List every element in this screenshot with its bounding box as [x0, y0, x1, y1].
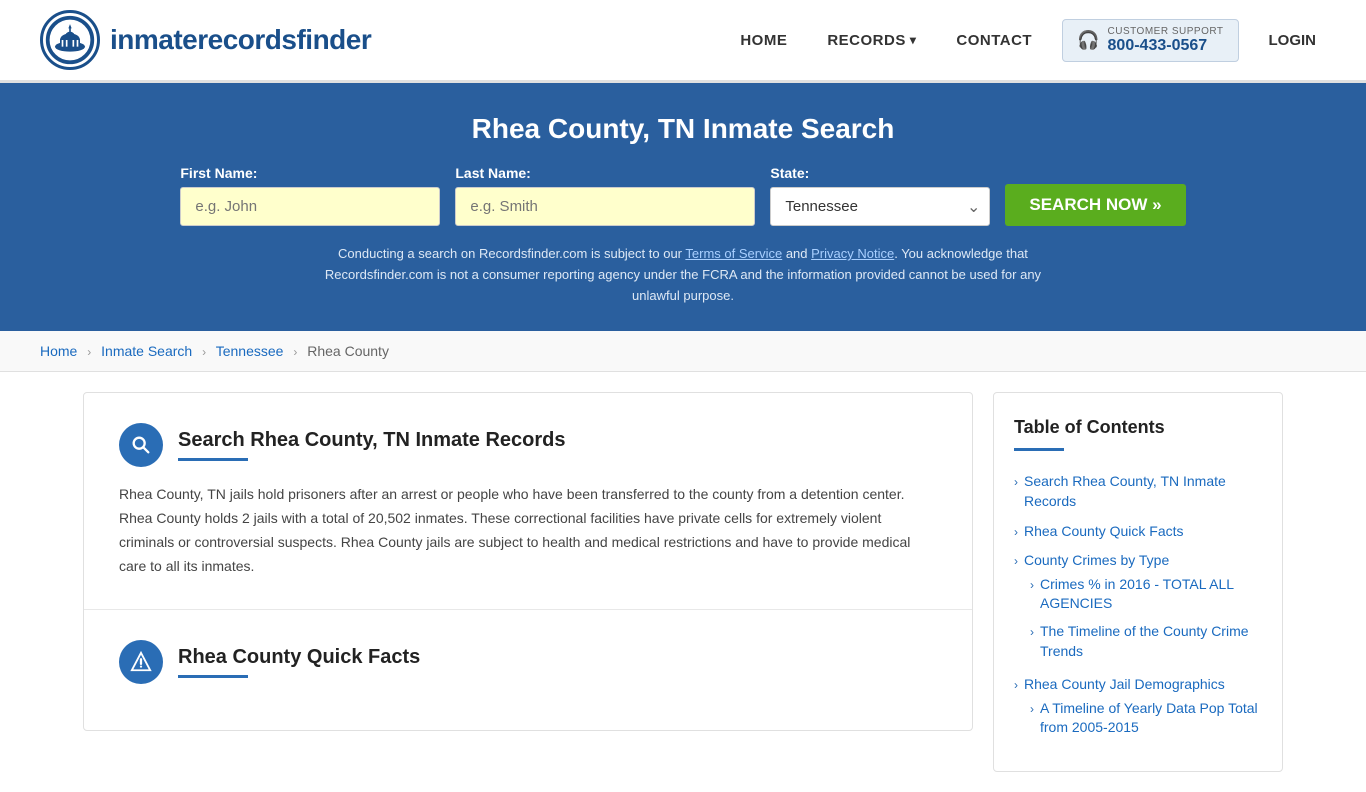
nav-contact[interactable]: CONTACT [946, 27, 1042, 54]
section2-title-block: Rhea County Quick Facts [178, 646, 420, 678]
section1-title-block: Search Rhea County, TN Inmate Records [178, 429, 566, 461]
section2-header: Rhea County Quick Facts [119, 640, 937, 684]
toc-link-2[interactable]: › Rhea County Quick Facts [1014, 522, 1262, 542]
logo-area: inmaterecordsfinder [40, 10, 371, 70]
state-select[interactable]: Tennessee Alabama Alaska Arizona Califor… [770, 187, 990, 226]
first-name-input[interactable] [180, 187, 440, 226]
toc-chevron-5: › [1030, 624, 1034, 641]
logo-icon [40, 10, 100, 70]
toc-item-5: › The Timeline of the County Crime Trend… [1030, 618, 1262, 665]
records-chevron-icon: ▾ [910, 33, 917, 47]
toc-list: › Search Rhea County, TN Inmate Records … [1014, 467, 1262, 747]
toc-link-1[interactable]: › Search Rhea County, TN Inmate Records [1014, 472, 1262, 511]
toc-chevron-2: › [1014, 524, 1018, 541]
support-text: CUSTOMER SUPPORT 800-433-0567 [1108, 26, 1224, 55]
toc-link-4[interactable]: › Crimes % in 2016 - TOTAL ALL AGENCIES [1030, 575, 1262, 614]
tos-link[interactable]: Terms of Service [685, 246, 782, 261]
site-header: inmaterecordsfinder HOME RECORDS ▾ CONTA… [0, 0, 1366, 83]
breadcrumb-county: Rhea County [307, 343, 389, 359]
login-button[interactable]: LOGIN [1259, 27, 1327, 54]
toc-item-6: › Rhea County Jail Demographics › A Time… [1014, 670, 1262, 747]
search-icon-circle [119, 423, 163, 467]
last-name-input[interactable] [455, 187, 755, 226]
toc-item-3: › County Crimes by Type › Crimes % in 20… [1014, 546, 1262, 670]
section2-title: Rhea County Quick Facts [178, 646, 420, 669]
section-search-records: Search Rhea County, TN Inmate Records Rh… [84, 393, 972, 609]
section-quick-facts: Rhea County Quick Facts [84, 610, 972, 730]
nav-records[interactable]: RECORDS ▾ [817, 27, 926, 54]
toc-item-4: › Crimes % in 2016 - TOTAL ALL AGENCIES [1030, 571, 1262, 618]
section1-underline [178, 458, 248, 461]
toc-item-1: › Search Rhea County, TN Inmate Records [1014, 467, 1262, 516]
info-icon-circle [119, 640, 163, 684]
toc-chevron-1: › [1014, 474, 1018, 491]
nav-home[interactable]: HOME [730, 27, 797, 54]
search-form: First Name: Last Name: State: Tennessee … [40, 165, 1326, 226]
search-banner: Rhea County, TN Inmate Search First Name… [0, 83, 1366, 331]
logo-text: inmaterecordsfinder [110, 24, 371, 56]
disclaimer-text: Conducting a search on Recordsfinder.com… [303, 244, 1063, 306]
headset-icon: 🎧 [1077, 30, 1099, 51]
page-title: Rhea County, TN Inmate Search [40, 113, 1326, 145]
toc-link-7[interactable]: › A Timeline of Yearly Data Pop Total fr… [1030, 699, 1262, 738]
toc-divider [1014, 448, 1064, 451]
section1-header: Search Rhea County, TN Inmate Records [119, 423, 937, 467]
state-group: State: Tennessee Alabama Alaska Arizona … [770, 165, 990, 226]
breadcrumb-inmate-search[interactable]: Inmate Search [101, 343, 192, 359]
support-label: CUSTOMER SUPPORT [1108, 26, 1224, 37]
main-content: Search Rhea County, TN Inmate Records Rh… [43, 392, 1323, 772]
toc-link-5[interactable]: › The Timeline of the County Crime Trend… [1030, 622, 1262, 661]
first-name-group: First Name: [180, 165, 440, 226]
state-label: State: [770, 165, 809, 181]
breadcrumb-home[interactable]: Home [40, 343, 77, 359]
toc-title: Table of Contents [1014, 417, 1262, 438]
toc-link-3[interactable]: › County Crimes by Type [1014, 551, 1262, 571]
toc-item-7: › A Timeline of Yearly Data Pop Total fr… [1030, 695, 1262, 742]
last-name-label: Last Name: [455, 165, 530, 181]
breadcrumb-state[interactable]: Tennessee [216, 343, 284, 359]
breadcrumb-sep-3: › [293, 345, 297, 359]
breadcrumb-sep-1: › [87, 345, 91, 359]
toc-sublist-2: › A Timeline of Yearly Data Pop Total fr… [1030, 695, 1262, 742]
toc-sublist-1: › Crimes % in 2016 - TOTAL ALL AGENCIES … [1030, 571, 1262, 665]
toc-item-2: › Rhea County Quick Facts [1014, 517, 1262, 547]
section1-title: Search Rhea County, TN Inmate Records [178, 429, 566, 452]
main-nav: HOME RECORDS ▾ CONTACT 🎧 CUSTOMER SUPPOR… [730, 19, 1326, 62]
privacy-link[interactable]: Privacy Notice [811, 246, 894, 261]
search-icon [130, 434, 152, 456]
toc-chevron-6: › [1014, 677, 1018, 694]
table-of-contents: Table of Contents › Search Rhea County, … [993, 392, 1283, 772]
search-now-button[interactable]: SEARCH NOW » [1005, 184, 1185, 226]
alert-icon [130, 651, 152, 673]
toc-chevron-7: › [1030, 701, 1034, 718]
last-name-group: Last Name: [455, 165, 755, 226]
content-column: Search Rhea County, TN Inmate Records Rh… [83, 392, 973, 730]
state-wrapper: Tennessee Alabama Alaska Arizona Califor… [770, 187, 990, 226]
customer-support-box: 🎧 CUSTOMER SUPPORT 800-433-0567 [1062, 19, 1238, 62]
breadcrumb: Home › Inmate Search › Tennessee › Rhea … [0, 331, 1366, 372]
toc-link-6[interactable]: › Rhea County Jail Demographics [1014, 675, 1262, 695]
first-name-label: First Name: [180, 165, 257, 181]
section2-underline [178, 675, 248, 678]
support-number: 800-433-0567 [1108, 37, 1224, 55]
toc-chevron-4: › [1030, 577, 1034, 594]
breadcrumb-sep-2: › [202, 345, 206, 359]
toc-chevron-3: › [1014, 553, 1018, 570]
section1-body: Rhea County, TN jails hold prisoners aft… [119, 483, 937, 578]
